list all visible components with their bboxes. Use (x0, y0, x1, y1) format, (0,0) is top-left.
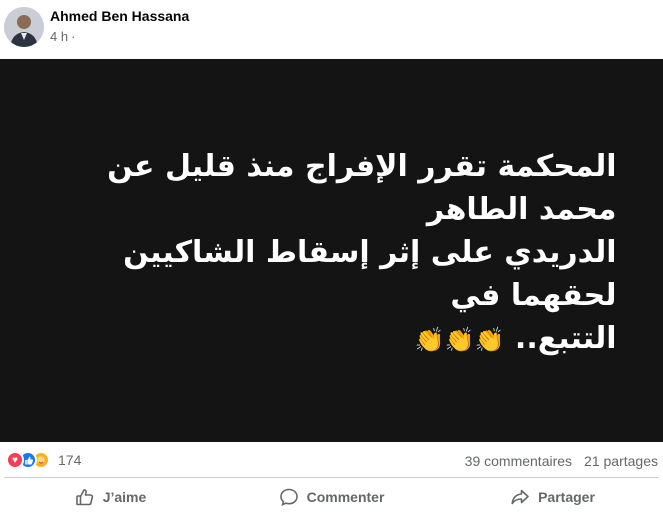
post-text-line: المحكمة تقرر الإفراج منذ قليل عن محمد ال… (107, 149, 617, 227)
comment-button[interactable]: Commenter (221, 478, 442, 516)
share-label: Partager (538, 489, 595, 505)
post-text-line: الدريدي على إثر إسقاط الشاكيين لحقهما في (123, 235, 617, 313)
like-button[interactable]: J’aime (0, 478, 221, 516)
post-text-line: التتبع.. 👏👏👏 (47, 317, 617, 362)
meta-separator: · (71, 29, 76, 44)
avatar-photo (4, 7, 44, 47)
share-button[interactable]: Partager (442, 478, 663, 516)
shares-count-link[interactable]: 21 partages (584, 453, 658, 469)
like-label: J’aime (102, 489, 147, 505)
share-arrow-icon (511, 489, 529, 505)
engagement-counts: 39 commentaires 21 partages (465, 453, 658, 469)
post-text: المحكمة تقرر الإفراج منذ قليل عن محمد ال… (47, 145, 617, 362)
post-stats: ♥ 174 39 commentaires 21 partages (0, 448, 663, 474)
comment-icon (279, 488, 298, 506)
post-actions-bar: J’aime Commenter Partager (0, 478, 663, 516)
reaction-count: 174 (58, 452, 82, 468)
reactions-summary[interactable]: ♥ 174 (6, 451, 81, 469)
love-icon: ♥ (6, 451, 24, 469)
post-time[interactable]: 4 h (50, 29, 68, 44)
thumbs-up-icon (75, 489, 93, 506)
author-name[interactable]: Ahmed Ben Hassana (50, 8, 189, 24)
comments-count-link[interactable]: 39 commentaires (465, 453, 572, 469)
post-text-ending: التتبع.. (514, 321, 617, 356)
comment-label: Commenter (306, 489, 385, 505)
post-text-card: المحكمة تقرر الإفراج منذ قليل عن محمد ال… (0, 59, 663, 442)
clapping-hands-emoji: 👏👏👏 (414, 326, 505, 354)
post-header: Ahmed Ben Hassana 4 h · (0, 0, 663, 58)
post-meta: 4 h · (50, 29, 75, 44)
avatar[interactable] (4, 7, 44, 47)
